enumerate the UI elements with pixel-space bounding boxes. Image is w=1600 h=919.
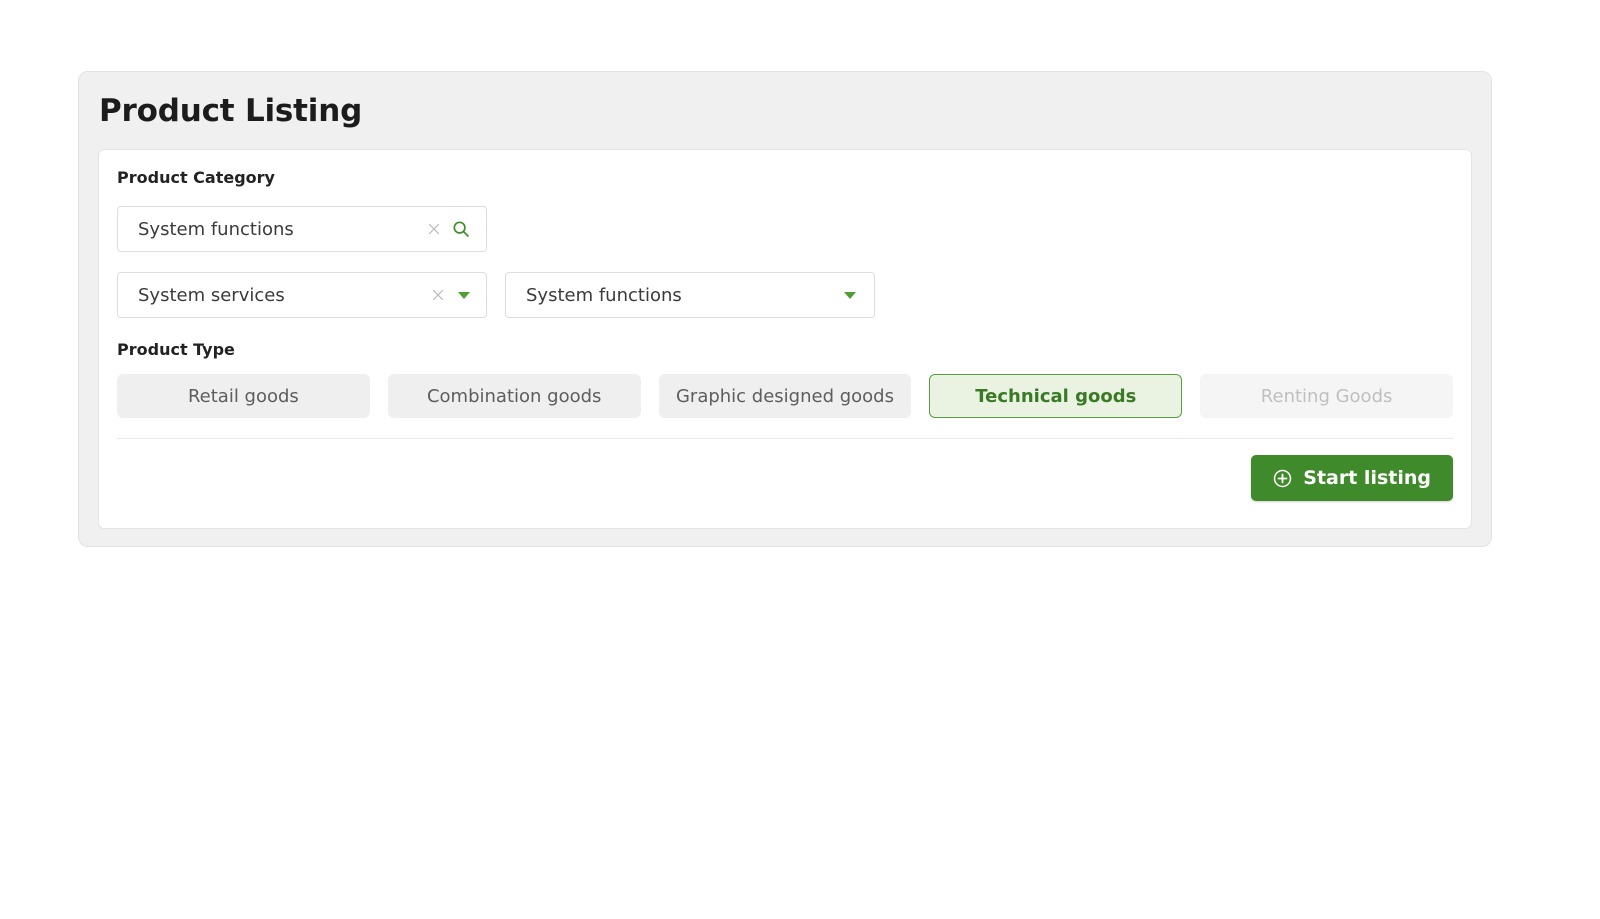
product-listing-panel: Product Listing Product Category System … xyxy=(78,71,1492,547)
system-services-select-value: System services xyxy=(138,284,285,306)
card-content: Product Category System functions System… xyxy=(117,168,1453,528)
product-type-renting-goods: Renting Goods xyxy=(1200,374,1453,418)
system-services-select[interactable]: System services xyxy=(117,272,487,318)
product-type-options: Retail goods Combination goods Graphic d… xyxy=(117,374,1453,418)
chevron-down-icon[interactable] xyxy=(458,291,470,299)
system-functions-select-value: System functions xyxy=(526,284,682,306)
category-selects-row: System services System functions xyxy=(117,272,1453,318)
footer-divider xyxy=(117,438,1453,439)
card-footer: Start listing xyxy=(117,455,1453,501)
system-functions-select[interactable]: System functions xyxy=(505,272,875,318)
product-type-graphic-designed-goods[interactable]: Graphic designed goods xyxy=(658,374,912,418)
product-type-combination-goods[interactable]: Combination goods xyxy=(387,374,641,418)
product-type-label-row: Product Type xyxy=(117,340,1453,360)
system-services-select-icons xyxy=(430,287,486,303)
chevron-down-icon[interactable] xyxy=(844,291,856,299)
close-icon[interactable] xyxy=(426,221,442,237)
plus-circle-icon xyxy=(1274,469,1292,487)
system-functions-select-icons xyxy=(842,291,874,299)
search-icon[interactable] xyxy=(452,220,470,238)
product-listing-card: Product Category System functions System… xyxy=(98,149,1472,529)
category-search-row: System functions xyxy=(117,206,1453,252)
category-search-icons xyxy=(426,220,486,238)
category-search-value[interactable]: System functions xyxy=(118,219,426,240)
product-type-technical-goods[interactable]: Technical goods xyxy=(929,374,1183,418)
product-type-retail-goods[interactable]: Retail goods xyxy=(117,374,370,418)
product-type-label: Product Type xyxy=(117,340,235,359)
product-category-label: Product Category xyxy=(117,168,275,187)
page-title: Product Listing xyxy=(99,93,363,129)
start-listing-label: Start listing xyxy=(1303,467,1431,489)
category-search-input[interactable]: System functions xyxy=(117,206,487,252)
start-listing-button[interactable]: Start listing xyxy=(1251,455,1453,501)
close-icon[interactable] xyxy=(430,287,446,303)
